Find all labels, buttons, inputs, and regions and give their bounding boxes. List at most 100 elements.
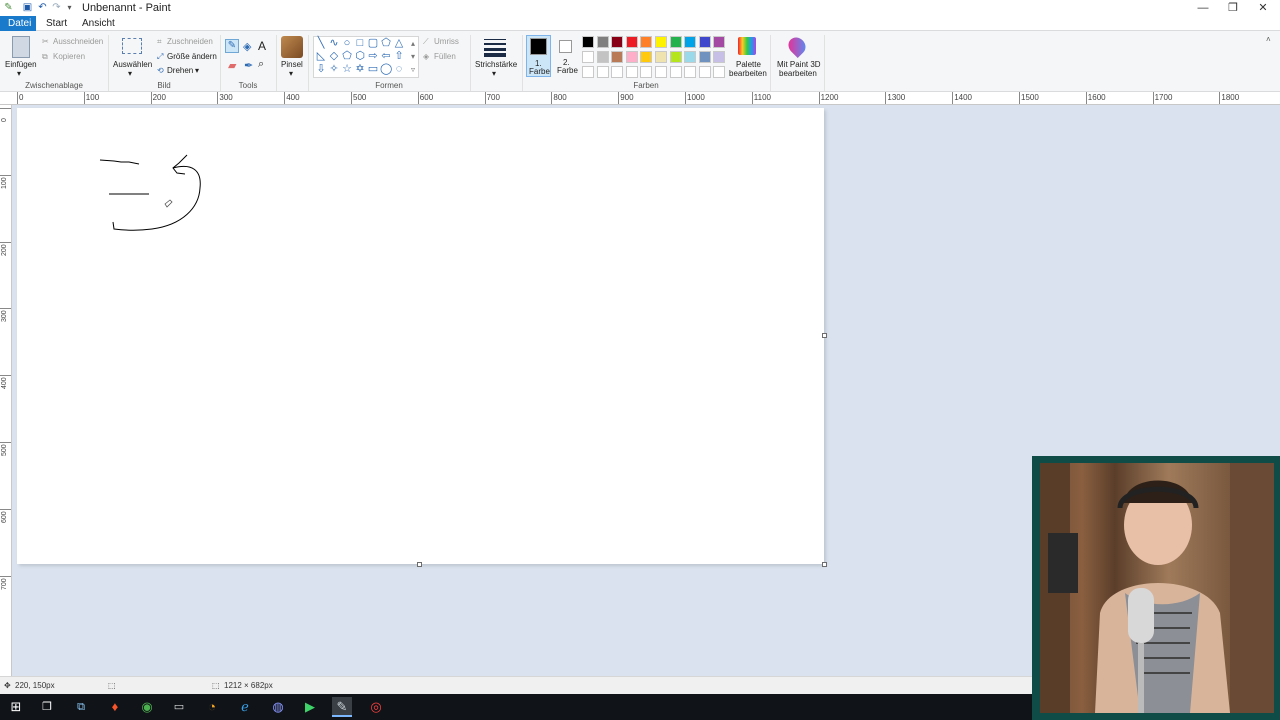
media-icon[interactable]: ▶ — [300, 697, 320, 717]
resize-handle-bottom[interactable] — [417, 562, 422, 567]
edit-palette-icon[interactable] — [738, 37, 756, 55]
outline-button[interactable]: Umriss — [434, 37, 459, 46]
custom-color-slot[interactable] — [596, 66, 609, 78]
cut-icon[interactable]: ✂ — [42, 37, 49, 46]
quick-access-dropdown-icon[interactable]: ▾ — [64, 2, 75, 13]
hexagon-shape-icon[interactable]: ⬡ — [354, 51, 366, 62]
palette-swatch[interactable] — [640, 36, 653, 48]
palette-swatch[interactable] — [625, 51, 638, 63]
palette-swatch[interactable] — [596, 51, 609, 63]
up-arrow-shape-icon[interactable]: ⇧ — [393, 51, 405, 62]
color-picker-icon[interactable]: ✒ — [244, 59, 253, 72]
palette-swatch[interactable] — [713, 36, 726, 48]
tab-ansicht[interactable]: Ansicht — [74, 16, 123, 31]
rotate-button[interactable]: Drehen — [167, 66, 193, 75]
cut-button[interactable]: Ausschneiden — [53, 37, 103, 46]
shapes-gallery[interactable]: ╲ ∿ ○ □ ▢ ⬠ △ ◺ ◇ ⬠ ⬡ ⇨ ⇦ ⇧ ⇩ ✧ ☆ ✡ ▭ ◯ … — [313, 36, 419, 78]
custom-color-slot[interactable] — [684, 66, 697, 78]
six-point-star-shape-icon[interactable]: ✡ — [354, 64, 366, 75]
drawing-canvas[interactable] — [17, 108, 824, 564]
edit-palette-line1[interactable]: Palette — [736, 60, 761, 69]
custom-color-slot[interactable] — [655, 66, 667, 78]
paint3d-line2[interactable]: bearbeiten — [779, 69, 817, 78]
stroke-size-icon[interactable] — [484, 39, 506, 57]
diamond-shape-icon[interactable]: ◇ — [328, 51, 340, 62]
crop-icon[interactable]: ⌗ — [157, 37, 162, 47]
restore-button[interactable]: ❐ — [1218, 0, 1248, 16]
minimize-button[interactable]: — — [1188, 0, 1218, 16]
palette-swatch[interactable] — [698, 36, 711, 48]
rounded-rectangle-shape-icon[interactable]: ▢ — [367, 38, 379, 49]
fill-tool-icon[interactable]: ◈ — [243, 40, 251, 53]
custom-color-slot[interactable] — [640, 66, 653, 78]
line-shape-icon[interactable]: ╲ — [315, 38, 327, 49]
fill-icon[interactable]: ◈ — [423, 52, 429, 61]
palette-swatch[interactable] — [713, 51, 726, 63]
custom-color-slot[interactable] — [713, 66, 726, 78]
select-icon[interactable] — [122, 38, 142, 54]
palette-swatch[interactable] — [611, 36, 624, 48]
polygon-shape-icon[interactable]: ⬠ — [380, 38, 392, 49]
callout-shape-icon[interactable]: ▭ — [367, 64, 379, 75]
text-tool-icon[interactable]: A — [258, 39, 266, 53]
undo-icon[interactable]: ↶ — [37, 2, 48, 13]
down-arrow-shape-icon[interactable]: ⇩ — [315, 64, 327, 75]
paint-icon[interactable]: ✎ — [332, 697, 352, 717]
four-point-star-shape-icon[interactable]: ✧ — [328, 64, 340, 75]
select-button[interactable]: Auswählen — [113, 60, 152, 69]
paste-button[interactable]: Einfügen — [5, 60, 37, 69]
outline-icon[interactable]: ⟋ — [423, 37, 429, 47]
palette-swatch[interactable] — [698, 51, 711, 63]
color2-button[interactable]: 2. Farbe — [554, 35, 579, 77]
palette-swatch[interactable] — [596, 36, 609, 48]
eraser-tool-icon[interactable]: ▰ — [228, 59, 236, 72]
stroke-size-button[interactable]: Strichstärke — [475, 60, 517, 69]
palette-swatch[interactable] — [625, 36, 638, 48]
discord-icon[interactable]: ◍ — [268, 697, 288, 717]
save-icon[interactable]: ▣ — [22, 2, 33, 13]
cloud-callout-shape-icon[interactable]: ◌ — [393, 64, 405, 75]
palette-swatch[interactable] — [655, 36, 667, 48]
resize-handle-right[interactable] — [822, 333, 827, 338]
copy-icon[interactable]: ⧉ — [42, 52, 48, 62]
task-view-icon[interactable]: ❐ — [37, 697, 57, 717]
palette-swatch[interactable] — [611, 51, 624, 63]
palette-swatch[interactable] — [684, 36, 697, 48]
tab-datei[interactable]: Datei — [0, 16, 36, 31]
windows-start-icon[interactable]: ⊞ — [6, 697, 26, 717]
shapes-scroll-down-icon[interactable]: ▾ — [407, 51, 419, 62]
custom-color-slot[interactable] — [669, 66, 682, 78]
pencil-tool-icon[interactable]: ✎ — [225, 39, 239, 53]
tab-start[interactable]: Start — [38, 16, 75, 31]
record-icon[interactable]: ◎ — [366, 697, 386, 717]
custom-color-slot[interactable] — [625, 66, 638, 78]
resize-button[interactable]: Größe ändern — [167, 52, 217, 61]
brush-icon[interactable] — [281, 36, 303, 58]
palette-swatch[interactable] — [655, 51, 667, 63]
oval-shape-icon[interactable]: ○ — [341, 38, 353, 49]
oval-callout-shape-icon[interactable]: ◯ — [380, 64, 392, 75]
left-arrow-shape-icon[interactable]: ⇦ — [380, 51, 392, 62]
palette-swatch[interactable] — [684, 51, 697, 63]
shapes-expand-icon[interactable]: ▿ — [407, 64, 419, 75]
triangle-shape-icon[interactable]: △ — [393, 38, 405, 49]
shapes-scroll-up-icon[interactable]: ▴ — [407, 38, 419, 49]
redo-icon[interactable]: ↷ — [51, 2, 62, 13]
custom-color-slot[interactable] — [698, 66, 711, 78]
custom-color-slot[interactable] — [582, 66, 594, 78]
copy-button[interactable]: Kopieren — [53, 52, 85, 61]
crop-button[interactable]: Zuschneiden — [167, 37, 213, 46]
rotate-icon[interactable]: ⟲ — [157, 66, 164, 75]
right-arrow-shape-icon[interactable]: ⇨ — [367, 51, 379, 62]
custom-color-slot[interactable] — [611, 66, 624, 78]
right-triangle-shape-icon[interactable]: ◺ — [315, 51, 327, 62]
collapse-ribbon-icon[interactable]: ˄ — [1266, 35, 1271, 44]
palette-swatch[interactable] — [640, 51, 653, 63]
resize-icon[interactable]: ⤢ — [157, 52, 163, 62]
magnifier-icon[interactable]: ⌕ — [258, 58, 264, 71]
edge-icon[interactable]: ℯ — [235, 697, 255, 717]
curve-shape-icon[interactable]: ∿ — [328, 38, 340, 49]
palette-swatch[interactable] — [669, 36, 682, 48]
close-button[interactable]: ✕ — [1248, 0, 1278, 16]
chrome-icon[interactable]: ◉ — [137, 697, 157, 717]
